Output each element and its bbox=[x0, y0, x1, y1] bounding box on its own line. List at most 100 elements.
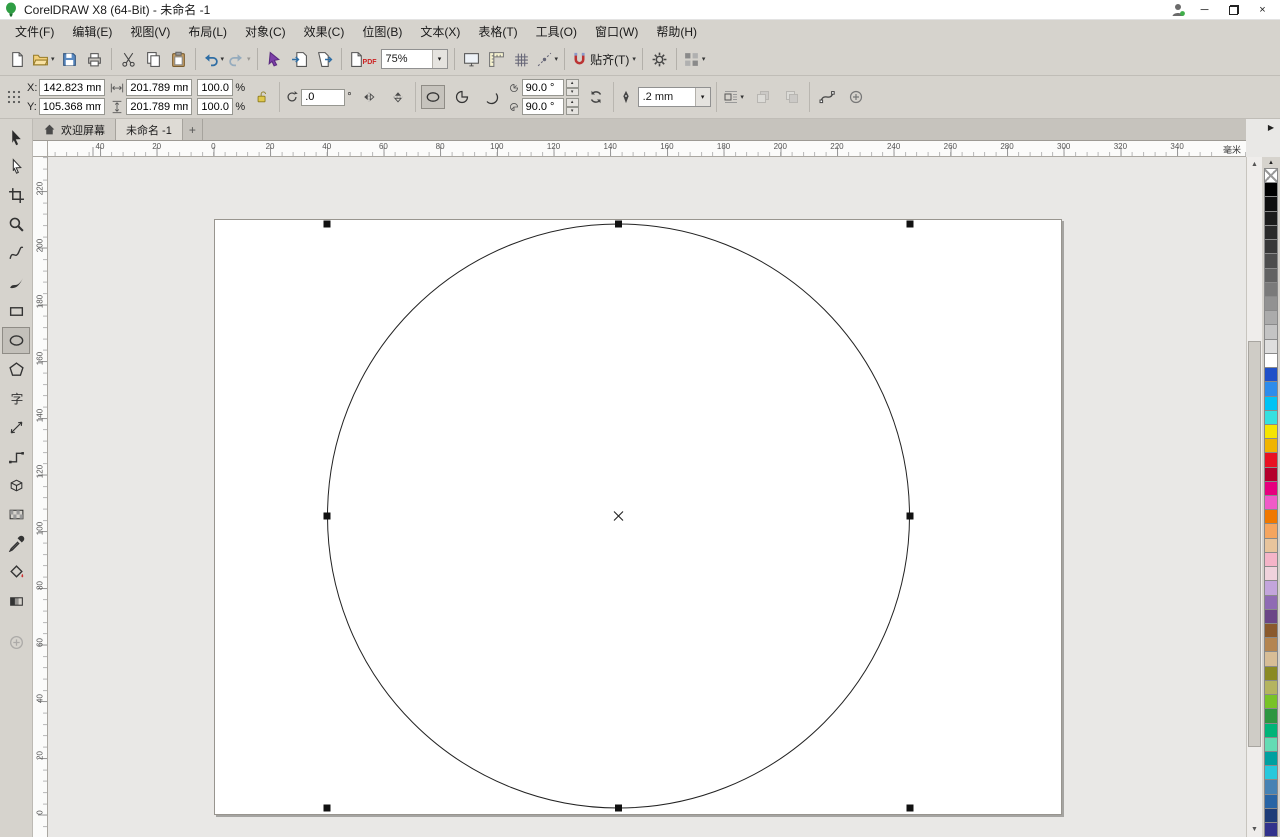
wrap-text-button[interactable]: ▾ bbox=[722, 85, 746, 109]
y-position-input[interactable] bbox=[39, 98, 105, 115]
color-swatch-gray-60[interactable] bbox=[1264, 268, 1278, 283]
selection-handle-bottom-center[interactable] bbox=[615, 805, 622, 812]
selection-handle-bottom-right[interactable] bbox=[907, 805, 914, 812]
menu-edit[interactable]: 编辑(E) bbox=[63, 20, 121, 43]
color-swatch-gray-95[interactable] bbox=[1264, 196, 1278, 211]
new-document-button[interactable] bbox=[5, 46, 30, 72]
color-swatch-indigo[interactable] bbox=[1264, 822, 1278, 837]
color-swatch-olive[interactable] bbox=[1264, 666, 1278, 681]
minimize-button[interactable]: ─ bbox=[1190, 0, 1219, 19]
close-button[interactable]: × bbox=[1248, 0, 1277, 19]
menu-window[interactable]: 窗口(W) bbox=[586, 20, 647, 43]
color-swatch-magenta[interactable] bbox=[1264, 481, 1278, 496]
shape-tool[interactable] bbox=[2, 153, 30, 180]
restore-button[interactable] bbox=[1219, 0, 1248, 19]
color-swatch-aqua[interactable] bbox=[1264, 410, 1278, 425]
vertical-ruler[interactable]: 220200180160140120100806040200 bbox=[33, 157, 48, 837]
text-tool[interactable]: 字 bbox=[2, 385, 30, 412]
dynamic-guides-button[interactable]: ▾ bbox=[534, 46, 561, 72]
color-swatch-black[interactable] bbox=[1264, 182, 1278, 197]
polygon-tool[interactable] bbox=[2, 356, 30, 383]
selection-handle-top-right[interactable] bbox=[907, 221, 914, 228]
menu-tools[interactable]: 工具(O) bbox=[527, 20, 586, 43]
scale-x-input[interactable] bbox=[197, 79, 233, 96]
color-swatch-navy[interactable] bbox=[1264, 808, 1278, 823]
color-swatch-red[interactable] bbox=[1264, 452, 1278, 467]
color-swatch-gray-40[interactable] bbox=[1264, 296, 1278, 311]
color-swatch-lime[interactable] bbox=[1264, 694, 1278, 709]
app-launcher-button[interactable]: ▾ bbox=[681, 46, 708, 72]
color-swatch-gray-80[interactable] bbox=[1264, 239, 1278, 254]
color-swatch-gray-30[interactable] bbox=[1264, 310, 1278, 325]
cut-button[interactable] bbox=[116, 46, 141, 72]
color-swatch-mint[interactable] bbox=[1264, 737, 1278, 752]
horizontal-ruler[interactable]: 毫米 4020020406080100120140160180200220240… bbox=[48, 141, 1246, 157]
color-swatch-peach[interactable] bbox=[1264, 523, 1278, 538]
pick-tool[interactable] bbox=[2, 124, 30, 151]
selection-handle-top-center[interactable] bbox=[615, 221, 622, 228]
scrollbar-thumb[interactable] bbox=[1248, 341, 1261, 747]
tab-document[interactable]: 未命名 -1 bbox=[116, 119, 183, 140]
search-content-button[interactable] bbox=[262, 46, 287, 72]
selection-handle-top-left[interactable] bbox=[324, 221, 331, 228]
color-swatch-crimson[interactable] bbox=[1264, 467, 1278, 482]
ellipse-mode-button[interactable] bbox=[421, 85, 445, 109]
color-swatch-gray-90[interactable] bbox=[1264, 211, 1278, 226]
color-swatch-fuchsia[interactable] bbox=[1264, 495, 1278, 510]
change-direction-button[interactable] bbox=[584, 85, 608, 109]
docker-expand-icon[interactable]: ▶ bbox=[1268, 123, 1274, 132]
color-swatch-blue[interactable] bbox=[1264, 367, 1278, 382]
to-back-button[interactable] bbox=[780, 85, 804, 109]
zoom-level-dropdown-icon[interactable]: ▾ bbox=[432, 50, 447, 68]
fill-tool[interactable] bbox=[2, 559, 30, 586]
zoom-tool[interactable] bbox=[2, 211, 30, 238]
parallel-dimension-tool[interactable] bbox=[2, 414, 30, 441]
export-button[interactable] bbox=[312, 46, 337, 72]
color-swatch-caramel[interactable] bbox=[1264, 637, 1278, 652]
tab-welcome-screen[interactable]: 欢迎屏幕 bbox=[33, 119, 116, 140]
selection-handle-bottom-left[interactable] bbox=[324, 805, 331, 812]
start-angle-down-button[interactable]: ▾ bbox=[566, 88, 579, 97]
pie-mode-button[interactable] bbox=[450, 85, 474, 109]
color-swatch-ocean[interactable] bbox=[1264, 794, 1278, 809]
color-swatch-gray-50[interactable] bbox=[1264, 282, 1278, 297]
rectangle-tool[interactable] bbox=[2, 298, 30, 325]
drawing-canvas[interactable]: 220200180160140120100806040200 bbox=[33, 157, 1246, 837]
color-swatch-white[interactable] bbox=[1264, 353, 1278, 368]
color-swatch-teal[interactable] bbox=[1264, 751, 1278, 766]
print-button[interactable] bbox=[82, 46, 107, 72]
end-angle-up-button[interactable]: ▴ bbox=[566, 98, 579, 107]
scroll-up-icon[interactable]: ▲ bbox=[1247, 157, 1262, 172]
color-swatch-turquoise[interactable] bbox=[1264, 765, 1278, 780]
rotation-angle-input[interactable] bbox=[301, 89, 345, 106]
menu-file[interactable]: 文件(F) bbox=[6, 20, 63, 43]
color-swatch-cyan[interactable] bbox=[1264, 396, 1278, 411]
arc-mode-button[interactable] bbox=[479, 85, 503, 109]
options-button[interactable] bbox=[647, 46, 672, 72]
selection-handle-middle-right[interactable] bbox=[907, 513, 914, 520]
scroll-down-icon[interactable]: ▼ bbox=[1247, 822, 1262, 837]
color-swatch-plum[interactable] bbox=[1264, 609, 1278, 624]
vertical-scrollbar[interactable]: ▲ ▼ bbox=[1246, 157, 1262, 837]
show-grid-button[interactable] bbox=[509, 46, 534, 72]
start-angle-up-button[interactable]: ▴ bbox=[566, 79, 579, 88]
save-button[interactable] bbox=[57, 46, 82, 72]
color-eyedropper-tool[interactable] bbox=[2, 530, 30, 557]
selection-center-mark[interactable] bbox=[614, 512, 623, 521]
color-swatch-green[interactable] bbox=[1264, 708, 1278, 723]
redo-button[interactable]: ▾ bbox=[226, 46, 253, 72]
customize-toolbox-button[interactable] bbox=[2, 629, 30, 656]
color-swatch-rose[interactable] bbox=[1264, 566, 1278, 581]
copy-button[interactable] bbox=[141, 46, 166, 72]
import-button[interactable] bbox=[287, 46, 312, 72]
mirror-vertical-button[interactable] bbox=[386, 85, 410, 109]
color-swatch-azure[interactable] bbox=[1264, 381, 1278, 396]
color-swatch-gray-70[interactable] bbox=[1264, 253, 1278, 268]
connector-tool[interactable] bbox=[2, 443, 30, 470]
menu-table[interactable]: 表格(T) bbox=[469, 20, 526, 43]
color-swatch-gold[interactable] bbox=[1264, 438, 1278, 453]
menu-view[interactable]: 视图(V) bbox=[121, 20, 179, 43]
ellipse-tool[interactable] bbox=[2, 327, 30, 354]
selection-handle-middle-left[interactable] bbox=[324, 513, 331, 520]
join-curves-button[interactable] bbox=[844, 85, 868, 109]
